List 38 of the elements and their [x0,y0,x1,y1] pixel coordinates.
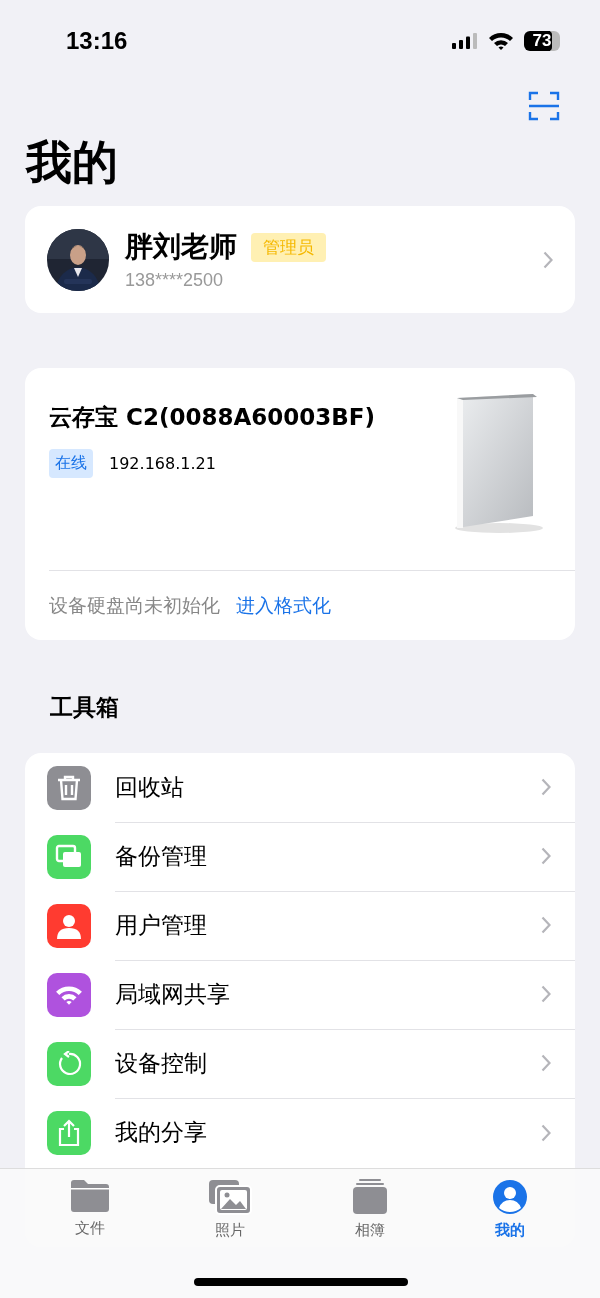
format-link[interactable]: 进入格式化 [236,593,331,619]
menu-item[interactable]: 回收站 [115,771,184,803]
section-title: 工具箱 [50,693,120,722]
ip-address: 192.168.1.21 [109,454,216,473]
chevron-icon [541,847,551,865]
menu-item[interactable]: 备份管理 [115,840,207,872]
page-title: 我的 [26,134,119,191]
device-card[interactable]: 云存宝 C2(0088A60003BF) 在线 192.168.1.21 设备硬盘尚未初始化 进入格式化 [25,368,575,640]
role-badge: 管理员 [251,232,326,262]
menu-item[interactable]: 我的分享 [115,1117,207,1148]
profile-icon [492,1179,528,1215]
folder-icon [70,1179,110,1213]
photos-icon [208,1179,252,1215]
battery-icon: 73 [524,31,560,51]
album-icon [352,1179,388,1215]
menu-item[interactable]: 用户管理 [115,909,207,941]
tab[interactable]: 文件 [45,1179,135,1240]
menu-item[interactable]: 设备控制 [115,1047,207,1079]
chevron-icon [541,778,551,796]
chevron-icon [541,916,551,934]
wifi-icon [488,32,514,50]
chevron-icon [543,250,553,269]
profile-card[interactable]: 胖刘老师 管理员 138****2500 [25,206,575,313]
phone-number: 138****2500 [125,270,225,291]
chevron-icon [541,1054,551,1072]
chevron-icon [541,1123,551,1142]
device-name: 云存宝 C2(0088A60003BF) [49,403,375,432]
tab[interactable]: 我的 [465,1179,555,1240]
status-time: 13:16 [66,27,128,55]
chevron-icon [541,985,551,1003]
scan-icon[interactable] [528,90,560,122]
user-name: 胖刘老师 [125,229,237,265]
tab[interactable]: 照片 [185,1179,275,1240]
menu-item[interactable]: 局域网共享 [115,978,230,1010]
signal-icon [452,33,478,49]
status-badge: 在线 [49,449,93,478]
tab[interactable]: 相簿 [325,1179,415,1240]
disk-notice: 设备硬盘尚未初始化 [49,593,220,618]
